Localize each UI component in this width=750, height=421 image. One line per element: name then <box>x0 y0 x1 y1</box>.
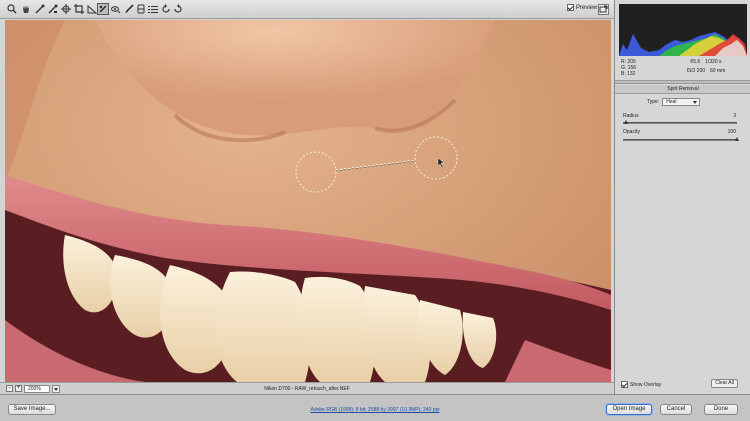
radius-slider-thumb[interactable] <box>624 120 629 124</box>
bottom-bar: Save Image... Adobe RGB (1998); 8 bit; 2… <box>0 394 750 421</box>
white-balance-tool-icon[interactable] <box>34 3 46 15</box>
radius-label: Radius <box>623 113 639 119</box>
type-row: Type: Heal <box>647 98 701 106</box>
b-label: B: <box>621 71 626 77</box>
shutter-value: 1/320 s <box>705 59 722 65</box>
preview-checkbox[interactable] <box>567 4 574 11</box>
aperture-value: f/5.6 <box>690 59 701 65</box>
type-label: Type: <box>647 99 660 105</box>
hand-tool-icon[interactable] <box>20 3 32 15</box>
crop-tool-icon[interactable] <box>73 3 85 15</box>
radius-slider[interactable] <box>623 120 737 124</box>
cancel-button[interactable]: Cancel <box>660 404 692 415</box>
b-value: 132 <box>627 71 636 77</box>
focal-length-value: 60 mm <box>710 68 726 74</box>
preferences-list-icon[interactable] <box>147 3 159 15</box>
opacity-slider-thumb[interactable] <box>735 137 739 141</box>
iso-value: ISO 200 <box>686 68 706 74</box>
opacity-slider[interactable] <box>623 137 739 141</box>
color-sampler-tool-icon[interactable] <box>47 3 59 15</box>
panel-tabs <box>615 80 750 84</box>
histogram <box>619 4 747 56</box>
spot-removal-tool-icon[interactable] <box>97 3 109 15</box>
adjustment-brush-icon[interactable] <box>123 3 135 15</box>
status-bar: - + 200% Nikon D700 - RAW_retouch_after.… <box>0 382 614 394</box>
camera-info: R: 205 G: 156 B: 132 f/5.6 1/320 s ISO 20… <box>621 59 745 79</box>
show-overlay-checkbox[interactable] <box>621 381 628 388</box>
camera-filename: Nikon D700 - RAW_retouch_after.NEF <box>264 386 350 392</box>
rgb-readout: R: 205 G: 156 B: 132 <box>621 59 636 77</box>
image-canvas[interactable] <box>5 20 611 382</box>
fullscreen-button[interactable] <box>598 4 609 15</box>
right-panel: R: 205 G: 156 B: 132 f/5.6 1/320 s ISO 20… <box>614 0 750 394</box>
opacity-value[interactable]: 100 <box>728 129 736 135</box>
preview-toggle[interactable]: Preview <box>567 4 597 11</box>
radius-value[interactable]: 3 <box>733 113 736 119</box>
type-select[interactable]: Heal <box>662 98 701 106</box>
rotate-ccw-icon[interactable] <box>160 3 172 15</box>
preview-label: Preview <box>576 4 598 11</box>
done-button[interactable]: Done <box>704 404 738 415</box>
targeted-adjustment-tool-icon[interactable] <box>60 3 72 15</box>
clear-all-button[interactable]: Clear All <box>711 379 738 388</box>
red-eye-tool-icon[interactable] <box>110 3 122 15</box>
photo-preview <box>5 20 611 382</box>
section-title: Spot Removal <box>615 85 750 94</box>
zoom-tool-icon[interactable] <box>6 3 18 15</box>
opacity-label: Opacity <box>623 129 640 135</box>
rotate-cw-icon[interactable] <box>172 3 184 15</box>
graduated-filter-icon[interactable] <box>135 3 147 15</box>
open-image-button[interactable]: Open Image <box>606 404 652 415</box>
exposure-readout: f/5.6 1/320 s ISO 200 60 mm <box>667 59 745 74</box>
show-overlay-toggle[interactable]: Show Overlay <box>621 381 661 388</box>
show-overlay-label: Show Overlay <box>630 381 662 388</box>
